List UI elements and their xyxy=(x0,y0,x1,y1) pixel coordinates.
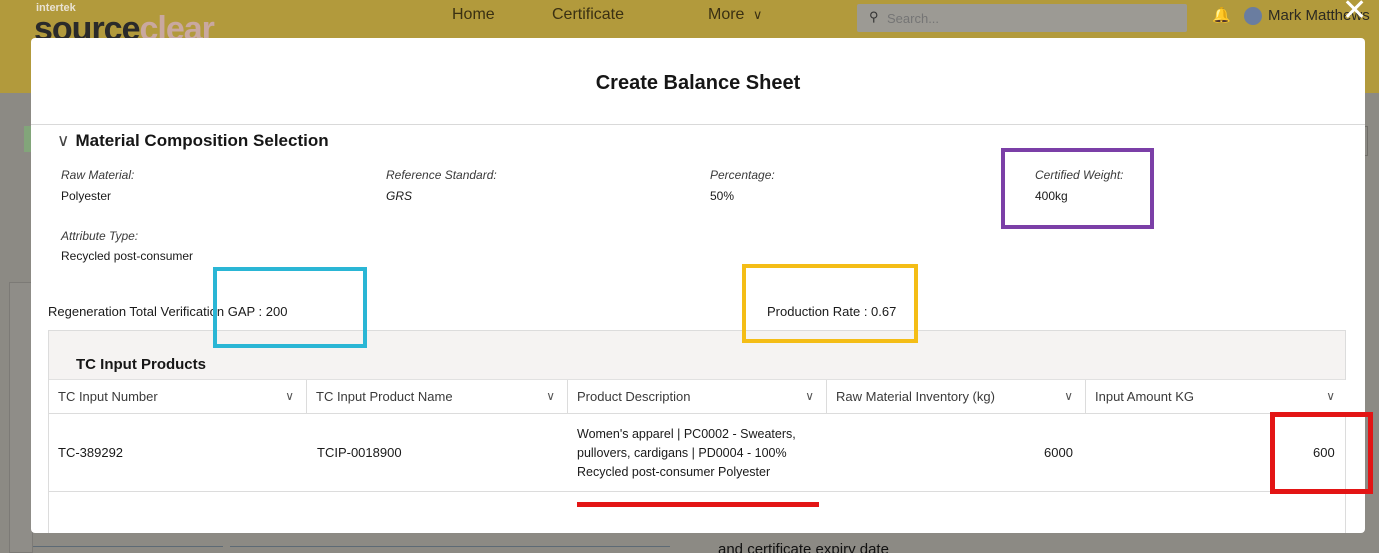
percentage-label: Percentage: xyxy=(710,168,775,182)
material-composition-section-toggle[interactable]: ∨ Material Composition Selection xyxy=(57,131,329,151)
search-box[interactable]: ⚲ xyxy=(857,4,1187,32)
background-panel xyxy=(9,282,33,553)
modal-header: Create Balance Sheet xyxy=(31,38,1365,125)
column-header-tc-input-product-name[interactable]: TC Input Product Name ∨ xyxy=(307,380,568,414)
search-input[interactable] xyxy=(887,8,1167,28)
column-header-product-description[interactable]: Product Description ∨ xyxy=(568,380,827,414)
product-description-cell: Women's apparel | PC0002 - Sweaters, pul… xyxy=(577,427,796,479)
chevron-down-icon[interactable]: ∨ xyxy=(546,389,555,403)
raw-material-inventory-cell: 6000 xyxy=(1044,445,1073,460)
column-header-input-amount-kg[interactable]: Input Amount KG ∨ xyxy=(1086,380,1347,414)
highlight-production-rate xyxy=(742,264,918,343)
background-divider xyxy=(230,546,670,547)
column-label: Input Amount KG xyxy=(1095,389,1195,404)
column-label: TC Input Number xyxy=(58,389,158,404)
highlight-input-amount xyxy=(1270,412,1373,494)
nav-more[interactable]: More ∨ xyxy=(708,6,762,24)
chevron-down-icon[interactable]: ∨ xyxy=(285,389,294,403)
column-label: Raw Material Inventory (kg) xyxy=(836,389,995,404)
tc-input-product-name-cell: TCIP-0018900 xyxy=(317,445,402,460)
attribute-type-value: Recycled post-consumer xyxy=(61,249,194,263)
background-footer-text: and certificate expiry date xyxy=(718,541,889,553)
reference-standard-value: GRS xyxy=(386,189,413,203)
nav-home[interactable]: Home xyxy=(452,6,495,24)
section-title: Material Composition Selection xyxy=(75,131,329,150)
search-icon: ⚲ xyxy=(869,9,879,24)
bell-icon[interactable]: 🔔 xyxy=(1212,6,1231,24)
chevron-down-icon[interactable]: ∨ xyxy=(805,389,814,403)
nav-certificate[interactable]: Certificate xyxy=(552,6,624,24)
close-icon[interactable]: ✕ xyxy=(1342,0,1367,26)
tc-input-number-cell: TC-389292 xyxy=(58,445,124,460)
modal-title: Create Balance Sheet xyxy=(595,72,801,94)
table-row[interactable]: TC-389292 TCIP-0018900 Women's apparel |… xyxy=(49,414,1347,492)
nav-more-label: More xyxy=(708,6,745,23)
table-header: TC Input Number ∨ TC Input Product Name … xyxy=(49,380,1347,414)
tc-input-products-title: TC Input Products xyxy=(76,356,206,373)
reference-standard-label: Reference Standard: xyxy=(386,168,497,182)
column-label: TC Input Product Name xyxy=(316,389,453,404)
column-label: Product Description xyxy=(577,389,691,404)
column-header-raw-material-inventory[interactable]: Raw Material Inventory (kg) ∨ xyxy=(827,380,1086,414)
chevron-down-icon: ∨ xyxy=(752,7,763,22)
highlight-certified-weight xyxy=(1001,148,1154,229)
percentage-value: 50% xyxy=(710,189,735,203)
highlight-description-underline xyxy=(577,502,819,507)
attribute-type-label: Attribute Type: xyxy=(61,229,139,243)
background-divider xyxy=(33,546,223,547)
chevron-down-icon[interactable]: ∨ xyxy=(1326,389,1335,403)
column-header-tc-input-number[interactable]: TC Input Number ∨ xyxy=(49,380,307,414)
raw-material-value: Polyester xyxy=(61,189,112,203)
chevron-down-icon[interactable]: ∨ xyxy=(1064,389,1073,403)
avatar[interactable] xyxy=(1244,7,1262,25)
chevron-down-icon: ∨ xyxy=(57,131,70,150)
highlight-verification-gap xyxy=(213,267,367,348)
raw-material-label: Raw Material: xyxy=(61,168,135,182)
